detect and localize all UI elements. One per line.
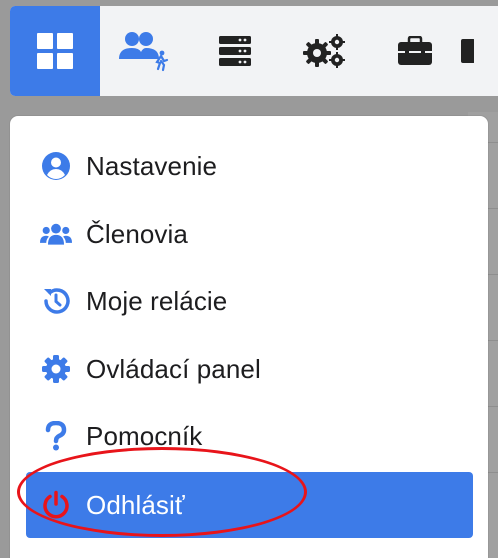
nav-apps-button[interactable] <box>10 6 100 96</box>
menu-item-control-panel[interactable]: Ovládací panel <box>26 336 473 402</box>
menu-item-label: Členovia <box>86 218 188 249</box>
power-icon <box>40 489 72 521</box>
menu-item-label: Moje relácie <box>86 285 228 316</box>
user-dropdown-menu: Nastavenie Členovia Moje relácie Ovládac… <box>10 116 488 558</box>
nav-server-button[interactable] <box>190 6 280 96</box>
gear-icon <box>40 353 72 385</box>
nav-more-button[interactable] <box>460 6 488 96</box>
grid-icon <box>37 33 73 69</box>
gears-icon <box>303 34 345 68</box>
server-icon <box>219 36 251 66</box>
menu-item-my-sessions[interactable]: Moje relácie <box>26 268 473 334</box>
nav-toolbox-button[interactable] <box>370 6 460 96</box>
history-icon <box>40 285 72 317</box>
menu-item-label: Pomocník <box>86 420 203 451</box>
menu-item-logout[interactable]: Odhlásiť <box>26 472 473 538</box>
menu-item-label: Odhlásiť <box>86 489 185 520</box>
nav-settings-button[interactable] <box>280 6 370 96</box>
user-circle-icon <box>40 150 72 182</box>
menu-item-label: Ovládací panel <box>86 353 261 384</box>
partial-icon <box>461 39 474 63</box>
menu-item-members[interactable]: Členovia <box>26 201 473 267</box>
menu-item-settings[interactable]: Nastavenie <box>26 133 473 199</box>
nav-members-activity-button[interactable] <box>100 6 190 96</box>
menu-item-help[interactable]: Pomocník <box>26 403 473 469</box>
question-icon <box>40 420 72 452</box>
toolbox-icon <box>398 36 432 65</box>
top-navbar <box>10 6 498 96</box>
menu-item-label: Nastavenie <box>86 150 218 181</box>
users-icon <box>40 218 72 250</box>
users-running-icon <box>119 32 169 72</box>
